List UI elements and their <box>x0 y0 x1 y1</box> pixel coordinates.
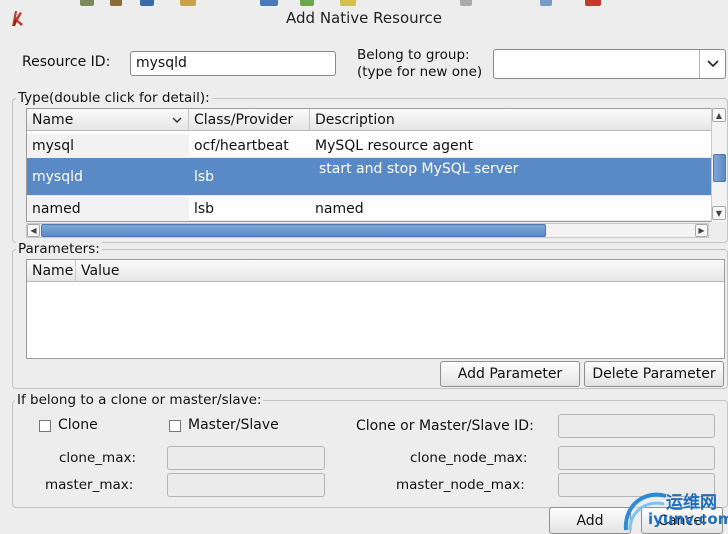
parameters-group-title: Parameters: <box>16 241 102 257</box>
row-name: mysql <box>27 134 189 158</box>
master-max-field[interactable] <box>167 473 325 497</box>
row-name: mysqld <box>32 169 83 185</box>
add-parameter-button[interactable]: Add Parameter <box>440 361 580 387</box>
master-slave-checkbox-label: Master/Slave <box>188 417 279 433</box>
master-slave-checkbox[interactable] <box>169 420 181 432</box>
clone-id-label: Clone or Master/Slave ID: <box>356 418 534 434</box>
clone-id-field[interactable] <box>558 414 715 438</box>
belong-group-label: Belong to group: <box>357 47 470 63</box>
background-toolbar-strip <box>80 0 640 6</box>
scroll-left-icon[interactable]: ◀ <box>27 224 40 237</box>
watermark-text-url: iyunv.com <box>648 510 728 528</box>
table-row[interactable]: mysql ocf/heartbeat MySQL resource agent <box>27 134 712 158</box>
hscroll-thumb[interactable] <box>41 224 546 237</box>
clone-group-title: If belong to a clone or master/slave: <box>15 392 264 408</box>
delete-parameter-button[interactable]: Delete Parameter <box>584 361 724 387</box>
parameters-table-header: Name Value <box>27 260 724 282</box>
table-row-selected[interactable]: mysqld lsb start and stop MySQL server <box>27 158 712 196</box>
add-button[interactable]: Add <box>549 507 631 534</box>
row-description: MySQL resource agent <box>315 138 473 154</box>
resource-id-input[interactable]: mysqld <box>130 51 336 76</box>
clone-node-max-field[interactable] <box>558 446 715 470</box>
column-header-provider[interactable]: Class/Provider <box>189 109 310 131</box>
scroll-right-icon[interactable]: ▶ <box>695 224 708 237</box>
row-name: named <box>27 197 189 221</box>
column-header-param-value[interactable]: Value <box>76 260 724 282</box>
master-node-max-label: master_node_max: <box>396 477 525 493</box>
row-description: named <box>315 201 364 217</box>
master-max-label: master_max: <box>45 477 134 493</box>
scroll-up-icon[interactable]: ▲ <box>712 108 726 122</box>
sort-chevron-icon <box>172 117 182 123</box>
type-table: Name Class/Provider Description mysql oc… <box>26 108 713 222</box>
column-header-name[interactable]: Name <box>27 109 189 131</box>
resource-id-label: Resource ID: <box>22 54 111 70</box>
row-provider: ocf/heartbeat <box>194 138 289 154</box>
clone-node-max-label: clone_node_max: <box>410 450 528 466</box>
vscroll-thumb[interactable] <box>713 154 726 182</box>
clone-checkbox[interactable] <box>39 420 51 432</box>
parameters-table[interactable]: Name Value <box>26 259 725 359</box>
watermark-logo: 运维网 iyunv.com <box>620 484 728 532</box>
scroll-down-icon[interactable]: ▼ <box>712 206 726 220</box>
row-provider: lsb <box>194 201 215 217</box>
chevron-down-icon[interactable] <box>699 50 725 78</box>
group-combobox[interactable] <box>493 49 726 79</box>
clone-max-label: clone_max: <box>59 450 137 466</box>
column-header-description[interactable]: Description <box>310 109 712 131</box>
clone-checkbox-label: Clone <box>58 417 98 433</box>
window-title: Add Native Resource <box>286 9 442 27</box>
clone-max-field[interactable] <box>167 446 325 470</box>
type-table-header: Name Class/Provider Description <box>27 109 712 131</box>
row-description: start and stop MySQL server <box>319 161 519 177</box>
type-table-vscrollbar[interactable]: ▲ ▼ <box>711 108 727 222</box>
row-provider: lsb <box>194 169 215 185</box>
column-header-param-name[interactable]: Name <box>27 260 76 282</box>
type-group-title: Type(double click for detail): <box>16 90 212 106</box>
column-header-name-label: Name <box>32 112 74 128</box>
type-table-hscrollbar[interactable]: ◀ ▶ <box>26 223 709 238</box>
belong-group-hint: (type for new one) <box>357 64 483 80</box>
table-row[interactable]: named lsb named <box>27 197 712 221</box>
title-bar: Add Native Resource <box>0 0 728 36</box>
